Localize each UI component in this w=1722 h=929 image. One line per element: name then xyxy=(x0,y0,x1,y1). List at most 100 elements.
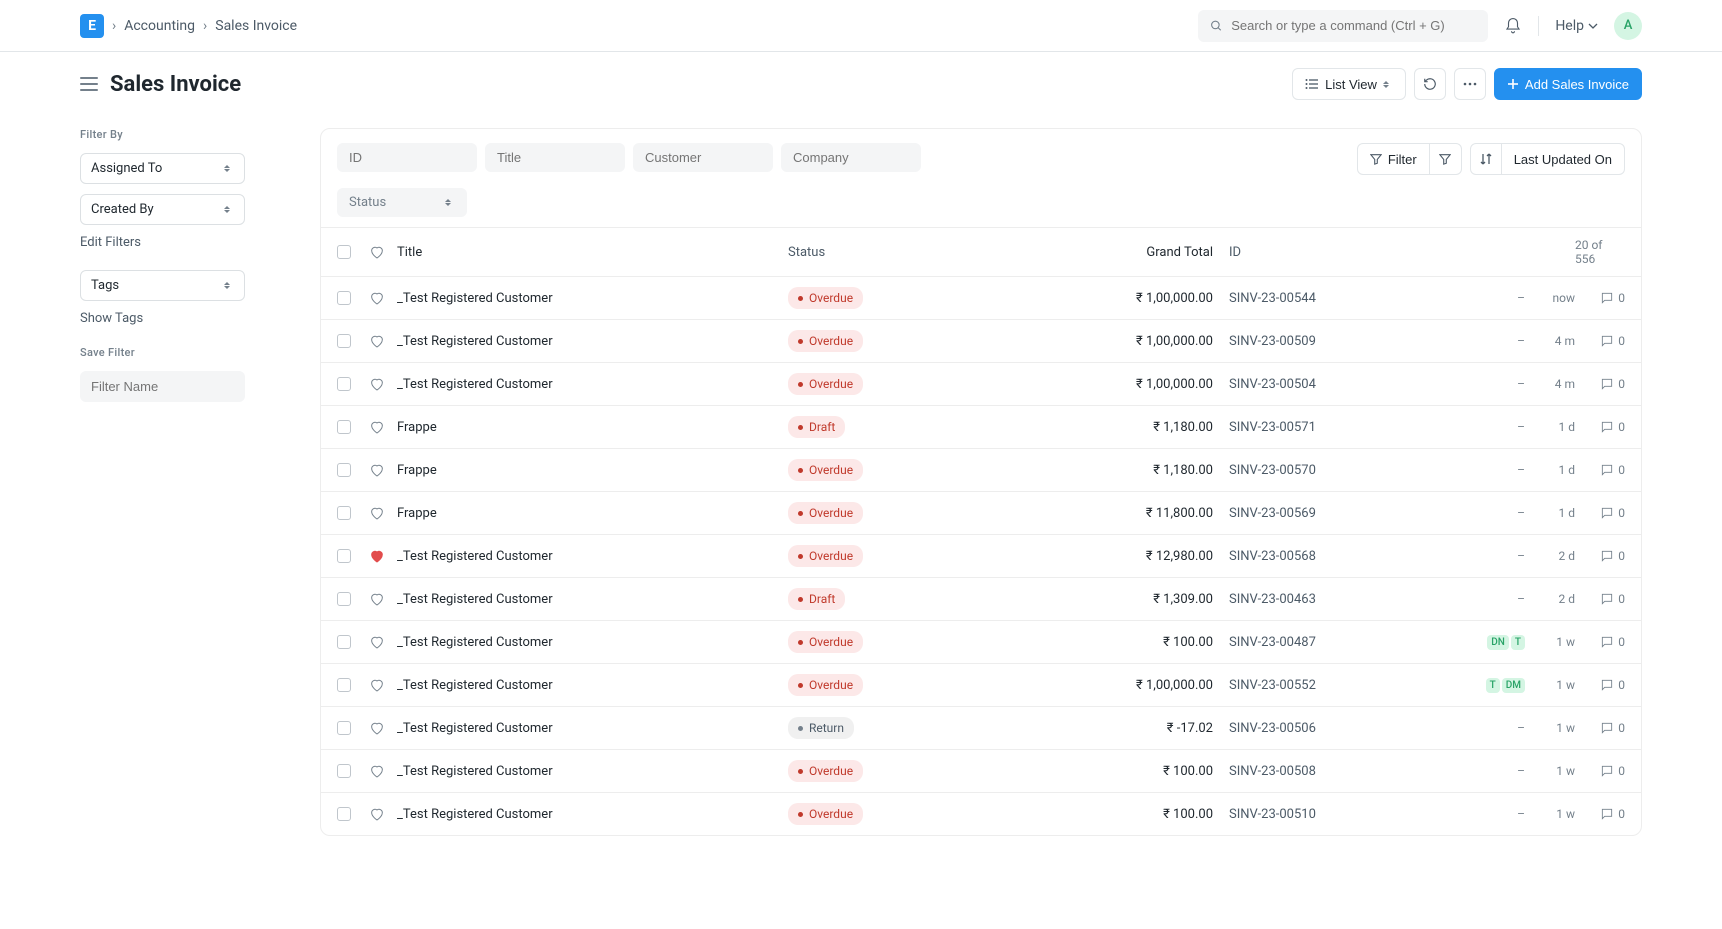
row-id[interactable]: SINV-23-00510 xyxy=(1229,807,1467,822)
row-title[interactable]: _Test Registered Customer xyxy=(397,764,788,779)
table-row[interactable]: _Test Registered CustomerOverdue₹ 100.00… xyxy=(321,749,1641,792)
table-row[interactable]: _Test Registered CustomerReturn₹ -17.02S… xyxy=(321,706,1641,749)
row-comments[interactable]: 0 xyxy=(1575,721,1625,735)
row-comments[interactable]: 0 xyxy=(1575,678,1625,692)
row-comments[interactable]: 0 xyxy=(1575,463,1625,477)
heart-icon[interactable] xyxy=(369,505,385,521)
row-title[interactable]: Frappe xyxy=(397,420,788,435)
row-title[interactable]: _Test Registered Customer xyxy=(397,807,788,822)
row-id[interactable]: SINV-23-00544 xyxy=(1229,291,1467,306)
heart-icon[interactable] xyxy=(369,376,385,392)
row-checkbox[interactable] xyxy=(337,721,351,735)
row-id[interactable]: SINV-23-00487 xyxy=(1229,635,1467,650)
heart-icon[interactable] xyxy=(369,720,385,736)
search-input[interactable] xyxy=(1231,18,1476,33)
row-id[interactable]: SINV-23-00509 xyxy=(1229,334,1467,349)
heart-icon[interactable] xyxy=(369,634,385,650)
row-id[interactable]: SINV-23-00506 xyxy=(1229,721,1467,736)
refresh-button[interactable] xyxy=(1414,68,1446,100)
show-tags-link[interactable]: Show Tags xyxy=(80,311,280,326)
row-id[interactable]: SINV-23-00571 xyxy=(1229,420,1467,435)
col-id[interactable]: ID xyxy=(1229,245,1467,260)
app-logo[interactable]: E xyxy=(80,14,104,38)
row-checkbox[interactable] xyxy=(337,420,351,434)
heart-icon[interactable] xyxy=(369,333,385,349)
row-title[interactable]: Frappe xyxy=(397,463,788,478)
global-search[interactable] xyxy=(1198,10,1488,42)
heart-icon[interactable] xyxy=(369,419,385,435)
more-button[interactable] xyxy=(1454,68,1486,100)
title-filter-input[interactable] xyxy=(485,143,625,172)
row-title[interactable]: _Test Registered Customer xyxy=(397,678,788,693)
table-row[interactable]: _Test Registered CustomerOverdue₹ 100.00… xyxy=(321,620,1641,663)
table-row[interactable]: _Test Registered CustomerOverdue₹ 1,00,0… xyxy=(321,276,1641,319)
sort-by-button[interactable]: Last Updated On xyxy=(1502,143,1625,175)
row-checkbox[interactable] xyxy=(337,506,351,520)
table-row[interactable]: FrappeDraft₹ 1,180.00SINV-23-00571–1 d0 xyxy=(321,405,1641,448)
heart-icon[interactable] xyxy=(369,591,385,607)
row-title[interactable]: _Test Registered Customer xyxy=(397,592,788,607)
row-id[interactable]: SINV-23-00504 xyxy=(1229,377,1467,392)
table-row[interactable]: _Test Registered CustomerOverdue₹ 1,00,0… xyxy=(321,663,1641,706)
breadcrumb-sales-invoice[interactable]: Sales Invoice xyxy=(215,18,297,34)
heart-icon[interactable] xyxy=(369,290,385,306)
row-title[interactable]: _Test Registered Customer xyxy=(397,549,788,564)
bell-icon[interactable] xyxy=(1504,17,1522,35)
add-sales-invoice-button[interactable]: Add Sales Invoice xyxy=(1494,68,1642,100)
filter-name-input[interactable] xyxy=(80,371,245,402)
col-grand-total[interactable]: Grand Total xyxy=(1009,245,1229,260)
row-checkbox[interactable] xyxy=(337,592,351,606)
row-id[interactable]: SINV-23-00568 xyxy=(1229,549,1467,564)
table-row[interactable]: _Test Registered CustomerDraft₹ 1,309.00… xyxy=(321,577,1641,620)
tags-filter[interactable]: Tags xyxy=(80,270,245,301)
row-comments[interactable]: 0 xyxy=(1575,635,1625,649)
assigned-to-filter[interactable]: Assigned To xyxy=(80,153,245,184)
row-id[interactable]: SINV-23-00570 xyxy=(1229,463,1467,478)
row-checkbox[interactable] xyxy=(337,764,351,778)
row-checkbox[interactable] xyxy=(337,463,351,477)
table-row[interactable]: FrappeOverdue₹ 1,180.00SINV-23-00570–1 d… xyxy=(321,448,1641,491)
row-comments[interactable]: 0 xyxy=(1575,291,1625,305)
sort-direction-button[interactable] xyxy=(1470,143,1502,175)
breadcrumb-accounting[interactable]: Accounting xyxy=(124,18,195,34)
row-comments[interactable]: 0 xyxy=(1575,334,1625,348)
table-row[interactable]: _Test Registered CustomerOverdue₹ 1,00,0… xyxy=(321,362,1641,405)
row-comments[interactable]: 0 xyxy=(1575,807,1625,821)
table-row[interactable]: _Test Registered CustomerOverdue₹ 100.00… xyxy=(321,792,1641,835)
row-checkbox[interactable] xyxy=(337,334,351,348)
row-id[interactable]: SINV-23-00508 xyxy=(1229,764,1467,779)
row-id[interactable]: SINV-23-00552 xyxy=(1229,678,1467,693)
created-by-filter[interactable]: Created By xyxy=(80,194,245,225)
col-title[interactable]: Title xyxy=(397,245,788,260)
customer-filter-input[interactable] xyxy=(633,143,773,172)
heart-icon[interactable] xyxy=(369,763,385,779)
row-comments[interactable]: 0 xyxy=(1575,377,1625,391)
row-title[interactable]: Frappe xyxy=(397,506,788,521)
row-title[interactable]: _Test Registered Customer xyxy=(397,635,788,650)
company-filter-input[interactable] xyxy=(781,143,921,172)
heart-icon[interactable] xyxy=(369,244,385,260)
table-row[interactable]: _Test Registered CustomerOverdue₹ 1,00,0… xyxy=(321,319,1641,362)
table-row[interactable]: _Test Registered CustomerOverdue₹ 12,980… xyxy=(321,534,1641,577)
status-filter-select[interactable]: Status xyxy=(337,188,467,217)
row-id[interactable]: SINV-23-00569 xyxy=(1229,506,1467,521)
col-status[interactable]: Status xyxy=(788,245,1009,260)
row-comments[interactable]: 0 xyxy=(1575,420,1625,434)
view-switcher[interactable]: List View xyxy=(1292,68,1406,100)
row-id[interactable]: SINV-23-00463 xyxy=(1229,592,1467,607)
row-title[interactable]: _Test Registered Customer xyxy=(397,721,788,736)
row-checkbox[interactable] xyxy=(337,807,351,821)
row-checkbox[interactable] xyxy=(337,549,351,563)
row-checkbox[interactable] xyxy=(337,291,351,305)
filter-menu-button[interactable] xyxy=(1430,143,1462,175)
heart-icon[interactable] xyxy=(369,548,385,564)
heart-icon[interactable] xyxy=(369,462,385,478)
user-avatar[interactable]: A xyxy=(1614,12,1642,40)
row-title[interactable]: _Test Registered Customer xyxy=(397,334,788,349)
row-checkbox[interactable] xyxy=(337,635,351,649)
heart-icon[interactable] xyxy=(369,806,385,822)
row-comments[interactable]: 0 xyxy=(1575,506,1625,520)
edit-filters-link[interactable]: Edit Filters xyxy=(80,235,280,250)
heart-icon[interactable] xyxy=(369,677,385,693)
id-filter-input[interactable] xyxy=(337,143,477,172)
